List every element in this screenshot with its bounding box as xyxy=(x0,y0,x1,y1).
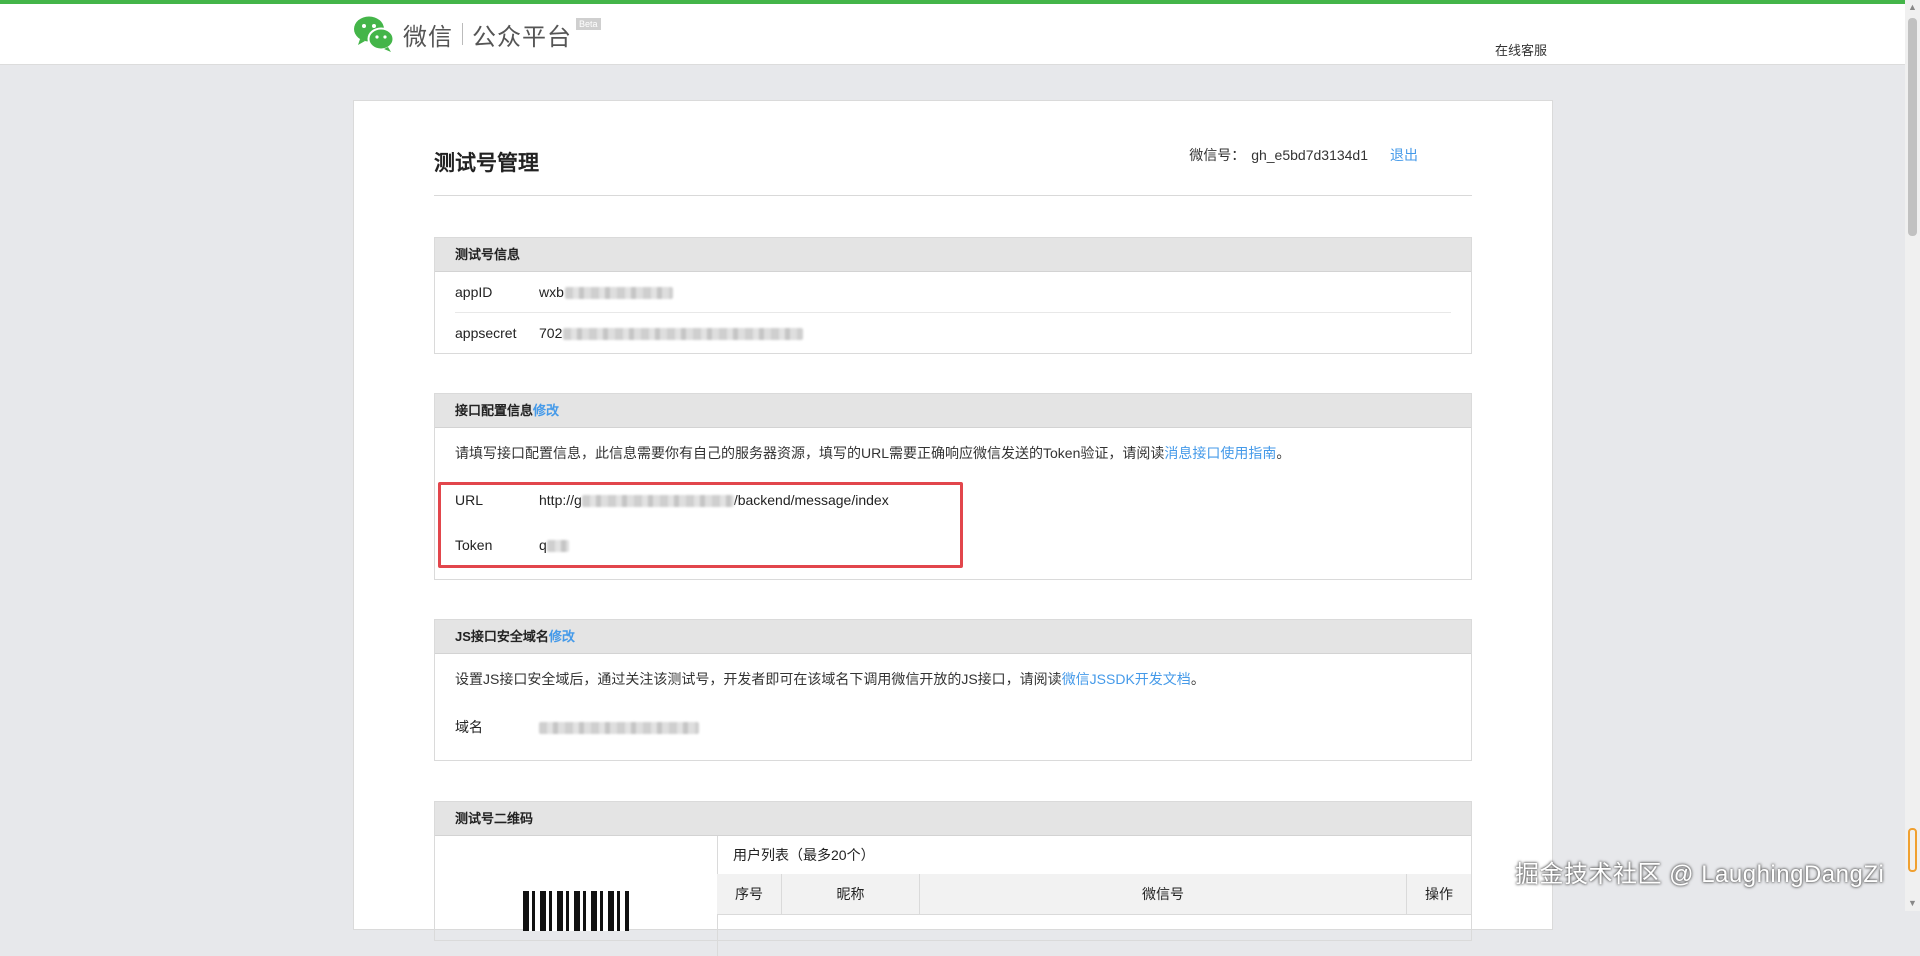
page-title: 测试号管理 xyxy=(434,152,539,175)
redacted-blur xyxy=(581,495,734,508)
redacted-blur xyxy=(564,287,673,300)
appsecret-row: appsecret 702 xyxy=(455,312,1451,353)
title-divider xyxy=(434,195,1472,196)
qrcode-area xyxy=(435,836,718,956)
qrcode-image xyxy=(523,891,629,931)
appid-label: appID xyxy=(455,284,493,300)
wechat-logo-icon xyxy=(354,16,395,52)
online-service-link[interactable]: 在线客服 xyxy=(1495,40,1547,59)
scroll-down-arrow-icon[interactable]: ▼ xyxy=(1905,896,1920,911)
platform-name: 公众平台 xyxy=(472,23,572,51)
url-value: http://g/backend/message/index xyxy=(539,492,889,508)
watermark: 掘金技术社区 @ LaughingDangZi xyxy=(1515,861,1885,888)
api-config-panel: 接口配置信息修改 请填写接口配置信息，此信息需要你有自己的服务器资源，填写的UR… xyxy=(434,393,1472,580)
redacted-blur xyxy=(546,540,569,553)
brand-logo[interactable]: 微信 公众平台 Beta xyxy=(353,14,601,54)
scrollbar-thumb[interactable] xyxy=(1908,18,1917,236)
js-domain-heading: JS接口安全域名修改 xyxy=(435,620,1471,654)
account-id: gh_e5bd7d3134d1 xyxy=(1251,147,1368,163)
appsecret-value: 702 xyxy=(539,313,804,353)
domain-value xyxy=(539,704,699,750)
beta-badge: Beta xyxy=(576,18,601,30)
domain-label: 域名 xyxy=(455,719,483,735)
qrcode-panel: 测试号二维码 用户列表（最多20个） 序号 昵称 微信号 操作 xyxy=(434,801,1472,956)
test-info-heading: 测试号信息 xyxy=(435,238,1471,272)
appsecret-label: appsecret xyxy=(455,325,517,341)
api-config-description: 请填写接口配置信息，此信息需要你有自己的服务器资源，填写的URL需要正确响应微信… xyxy=(455,445,1291,461)
user-list-title: 用户列表（最多20个） xyxy=(717,836,1471,875)
column-nickname: 昵称 xyxy=(782,874,920,914)
user-table-header: 序号 昵称 微信号 操作 xyxy=(717,874,1471,915)
scroll-up-arrow-icon[interactable]: ▲ xyxy=(1905,0,1920,15)
js-domain-panel: JS接口安全域名修改 设置JS接口安全域后，通过关注该测试号，开发者即可在该域名… xyxy=(434,619,1472,761)
jssdk-doc-link[interactable]: 微信JSSDK开发文档 xyxy=(1062,671,1191,687)
appid-value: wxb xyxy=(539,272,673,312)
test-info-panel: 测试号信息 appID wxb appsecret 702 xyxy=(434,237,1472,354)
brand-name: 微信 xyxy=(403,23,453,51)
api-config-heading: 接口配置信息修改 xyxy=(435,394,1471,428)
scrollbar-marker xyxy=(1908,828,1917,872)
brand-divider xyxy=(462,23,463,45)
token-label: Token xyxy=(455,537,493,553)
url-label: URL xyxy=(455,492,484,508)
token-value: q xyxy=(539,522,569,568)
qrcode-heading: 测试号二维码 xyxy=(435,802,1471,836)
redacted-blur xyxy=(539,722,699,735)
js-domain-description: 设置JS接口安全域后，通过关注该测试号，开发者即可在该域名下调用微信开放的JS接… xyxy=(455,671,1205,687)
token-row: Token q xyxy=(455,522,1451,568)
redacted-blur xyxy=(563,328,804,341)
logout-link[interactable]: 退出 xyxy=(1390,147,1418,163)
url-row: URL http://g/backend/message/index xyxy=(455,478,1451,522)
appid-row: appID wxb xyxy=(455,272,1451,312)
account-label: 微信号： xyxy=(1189,147,1246,163)
column-index: 序号 xyxy=(717,874,782,914)
api-config-edit-link[interactable]: 修改 xyxy=(533,403,559,418)
page-scrollbar[interactable]: ▲ ▼ xyxy=(1905,0,1920,911)
js-domain-edit-link[interactable]: 修改 xyxy=(549,629,575,644)
column-wechat-id: 微信号 xyxy=(920,874,1407,914)
qrcode-body: 用户列表（最多20个） 序号 昵称 微信号 操作 xyxy=(435,836,1471,956)
main-card: 测试号管理 微信号： gh_e5bd7d3134d1 退出 测试号信息 appID … xyxy=(353,100,1553,956)
account-info: 微信号： gh_e5bd7d3134d1 退出 xyxy=(1189,145,1418,165)
domain-row: 域名 xyxy=(455,704,1451,750)
top-header: 微信 公众平台 Beta 在线客服 xyxy=(0,4,1905,65)
column-action: 操作 xyxy=(1425,886,1453,902)
message-api-guide-link[interactable]: 消息接口使用指南 xyxy=(1164,445,1276,461)
